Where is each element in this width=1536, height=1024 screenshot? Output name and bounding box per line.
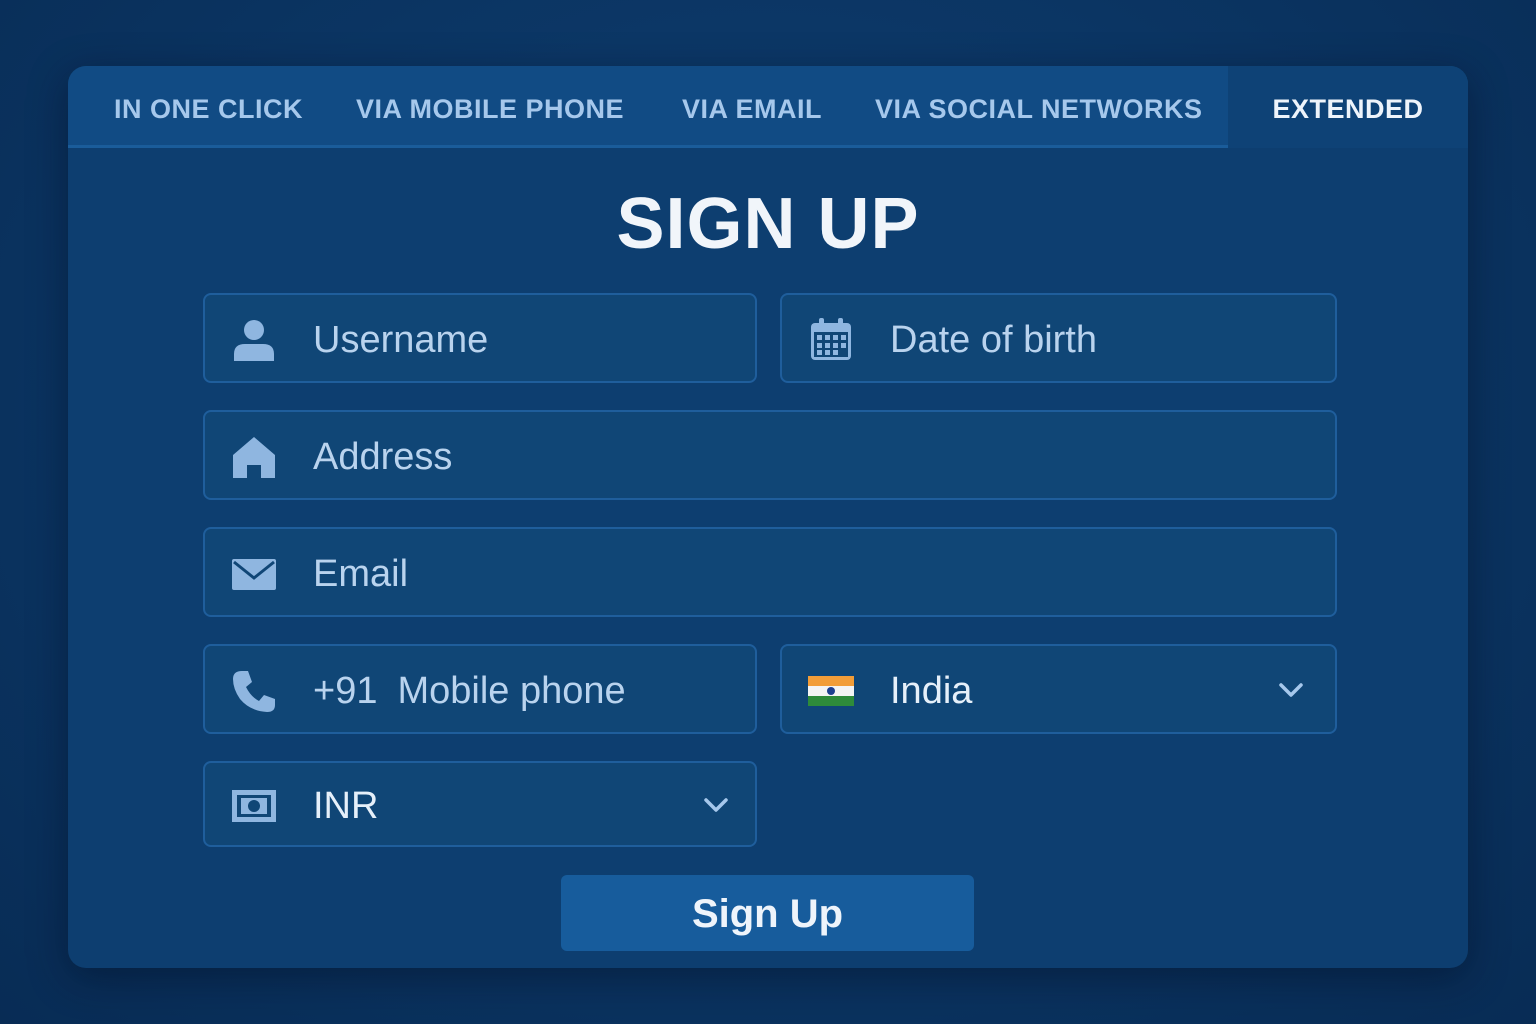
country-value: India: [890, 670, 973, 712]
country-select[interactable]: India: [780, 644, 1337, 734]
tab-via-email[interactable]: VIA EMAIL: [682, 66, 822, 148]
user-icon: [234, 320, 274, 361]
date-of-birth-field[interactable]: Date of birth: [780, 293, 1337, 383]
chevron-down-icon: [1279, 683, 1303, 697]
chevron-down-icon: [704, 798, 728, 812]
mobile-phone-placeholder: Mobile phone: [397, 670, 626, 712]
address-placeholder: Address: [313, 436, 453, 478]
envelope-icon: [232, 559, 276, 590]
calendar-icon: [811, 318, 851, 360]
currency-select[interactable]: INR: [203, 761, 757, 847]
currency-value: INR: [313, 785, 379, 827]
username-placeholder: Username: [313, 319, 489, 361]
tab-extended[interactable]: EXTENDED: [1228, 66, 1468, 148]
page-title: SIGN UP: [616, 184, 920, 264]
phone-icon: [233, 671, 275, 712]
address-field[interactable]: Address: [203, 410, 1337, 500]
tab-via-mobile-phone[interactable]: VIA MOBILE PHONE: [356, 66, 624, 148]
home-icon: [233, 437, 275, 478]
email-field[interactable]: Email: [203, 527, 1337, 617]
banknote-icon: [232, 790, 276, 822]
registration-tabs: IN ONE CLICK VIA MOBILE PHONE VIA EMAIL …: [68, 66, 1468, 148]
date-of-birth-placeholder: Date of birth: [890, 319, 1097, 361]
india-flag-icon: [808, 676, 854, 706]
signup-card: IN ONE CLICK VIA MOBILE PHONE VIA EMAIL …: [68, 66, 1468, 968]
phone-country-code: +91: [313, 670, 378, 712]
sign-up-button[interactable]: Sign Up: [561, 875, 974, 951]
tab-in-one-click[interactable]: IN ONE CLICK: [114, 66, 303, 148]
email-placeholder: Email: [313, 553, 409, 595]
mobile-phone-field[interactable]: +91 Mobile phone: [203, 644, 757, 734]
tab-via-social-networks[interactable]: VIA SOCIAL NETWORKS: [875, 66, 1203, 148]
username-field[interactable]: Username: [203, 293, 757, 383]
